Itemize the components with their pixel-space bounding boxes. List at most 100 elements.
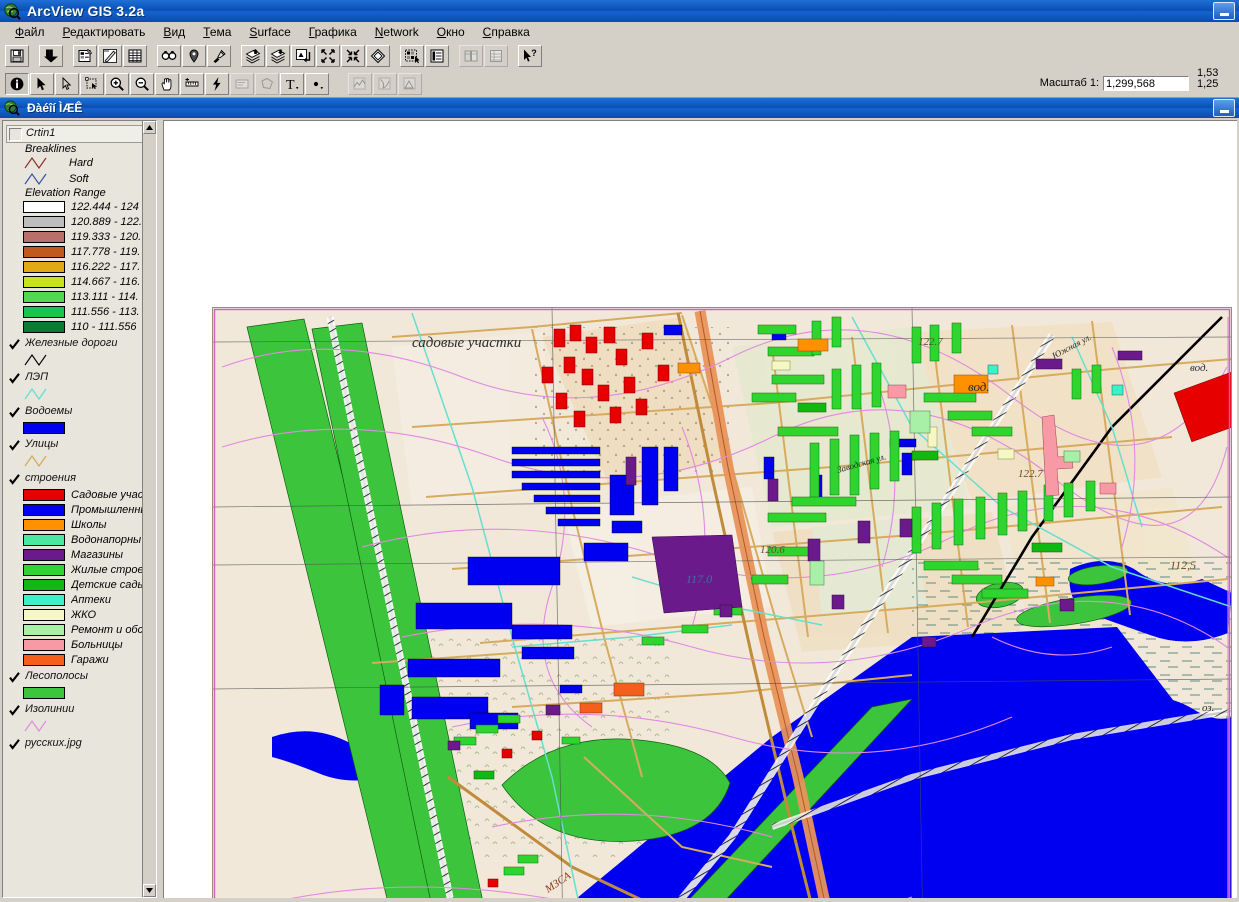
color-swatch bbox=[23, 638, 65, 651]
summarize-icon[interactable] bbox=[484, 45, 508, 67]
menu-item-window[interactable]: Окно bbox=[428, 23, 474, 41]
legend-class-elevation-1: 120.889 - 122. bbox=[23, 214, 144, 229]
color-swatch bbox=[23, 653, 65, 666]
zoom-in-tool-icon[interactable] bbox=[105, 72, 129, 95]
layer-label-buildings: строения bbox=[25, 472, 76, 484]
menu-item-theme[interactable]: Тема bbox=[194, 23, 240, 41]
steepest-path-tool-icon[interactable] bbox=[373, 72, 397, 95]
legend-symbol-waterbodies bbox=[23, 420, 144, 435]
find-icon[interactable] bbox=[157, 45, 181, 67]
application-title: ArcView GIS 3.2a bbox=[27, 3, 145, 19]
layer-checkbox-forestbelts[interactable] bbox=[8, 671, 21, 684]
legend-class-label: 122.444 - 124 bbox=[71, 200, 139, 213]
zoom-to-selected-icon[interactable] bbox=[291, 45, 315, 67]
legend-class-label: 119.333 - 120. bbox=[71, 230, 142, 243]
scroll-down-arrow-icon[interactable] bbox=[143, 884, 156, 897]
open-table-icon[interactable] bbox=[123, 45, 147, 67]
zoom-in-fixed-icon[interactable] bbox=[316, 45, 340, 67]
add-theme-icon[interactable] bbox=[39, 45, 63, 67]
color-swatch bbox=[23, 563, 65, 576]
legend-class-label: ЖКО bbox=[71, 608, 97, 621]
draw-point-tool-icon[interactable] bbox=[305, 72, 329, 95]
theme-properties-icon[interactable] bbox=[73, 45, 97, 67]
legend-layer-railways[interactable]: Железные дороги bbox=[6, 336, 144, 368]
color-swatch bbox=[23, 290, 65, 303]
legend-layer-powerlines[interactable]: ЛЭП bbox=[6, 370, 144, 402]
legend-layer-waterbodies[interactable]: Водоемы bbox=[6, 404, 144, 435]
vertex-edit-tool-icon[interactable] bbox=[55, 72, 79, 95]
legend-layer-forestbelts[interactable]: Лесополосы bbox=[6, 669, 144, 700]
menu-item-graphics[interactable]: Графика bbox=[300, 23, 366, 41]
legend-class-label: Аптеки bbox=[71, 593, 111, 606]
profile-tool-icon[interactable] bbox=[348, 72, 372, 95]
legend-class-label: Soft bbox=[69, 173, 89, 185]
measure-tool-icon[interactable] bbox=[180, 72, 204, 95]
zoom-out-fixed-icon[interactable] bbox=[341, 45, 365, 67]
label-tool-icon[interactable] bbox=[230, 72, 254, 95]
layer-checkbox-crtin1[interactable] bbox=[9, 128, 22, 141]
view-minimize-button[interactable] bbox=[1213, 99, 1235, 117]
color-swatch bbox=[23, 215, 65, 228]
layer-checkbox-powerlines[interactable] bbox=[8, 372, 21, 385]
color-swatch bbox=[23, 686, 65, 699]
pointer-tool-icon[interactable] bbox=[30, 72, 54, 95]
draw-polygon-tool-icon[interactable] bbox=[255, 72, 279, 95]
help-pointer-icon[interactable]: ? bbox=[518, 45, 542, 67]
pan-tool-icon[interactable] bbox=[155, 72, 179, 95]
legend-class-elevation-7: 111.556 - 113. bbox=[23, 304, 144, 319]
legend-class-building-3: Водонапорны bbox=[23, 532, 144, 547]
zoom-out-tool-icon[interactable] bbox=[130, 72, 154, 95]
menu-item-edit[interactable]: Редактировать bbox=[54, 23, 155, 41]
menu-item-help[interactable]: Справка bbox=[474, 23, 539, 41]
line-of-sight-tool-icon[interactable] bbox=[398, 72, 422, 95]
legend-layer-contours[interactable]: Изолинии bbox=[6, 702, 144, 734]
legend-class-label: Садовые учас bbox=[71, 488, 144, 501]
layer-checkbox-contours[interactable] bbox=[8, 704, 21, 717]
legend-scrollbar[interactable] bbox=[142, 121, 156, 897]
zoom-to-full-extent-icon[interactable] bbox=[241, 45, 265, 67]
layer-checkbox-railways[interactable] bbox=[8, 338, 21, 351]
map-label: 122.7 bbox=[918, 336, 943, 348]
select-box-tool-icon[interactable] bbox=[80, 72, 104, 95]
svg-text:T: T bbox=[286, 78, 295, 92]
legend-class-breakline-hard: Hard bbox=[23, 155, 144, 171]
minimize-button[interactable] bbox=[1213, 2, 1235, 20]
scale-label: Масштаб 1: bbox=[1039, 77, 1099, 89]
zoom-previous-icon[interactable] bbox=[366, 45, 390, 67]
legend-layer-raster-image[interactable]: русских.jpg bbox=[6, 736, 144, 752]
legend-class-label: 114.667 - 116. bbox=[71, 275, 141, 288]
identify-tool-icon[interactable] bbox=[5, 72, 29, 95]
table-join-icon[interactable] bbox=[459, 45, 483, 67]
locate-address-icon[interactable] bbox=[182, 45, 206, 67]
select-features-icon[interactable] bbox=[400, 45, 424, 67]
zoom-to-active-theme-icon[interactable] bbox=[266, 45, 290, 67]
legend-class-building-5: Жилые строе bbox=[23, 562, 144, 577]
scale-input[interactable]: 1,299,568 bbox=[1103, 75, 1189, 91]
application-title-bar: ArcView GIS 3.2a bbox=[0, 0, 1239, 22]
save-project-icon[interactable] bbox=[5, 45, 29, 67]
menu-item-file[interactable]: Файл bbox=[6, 23, 54, 41]
menu-item-network[interactable]: Network bbox=[366, 23, 428, 41]
map-canvas[interactable]: садовые участки вод. 122.7 122.7 120.6 1… bbox=[163, 120, 1237, 898]
hot-link-tool-icon[interactable] bbox=[205, 72, 229, 95]
text-tool-icon[interactable]: T bbox=[280, 72, 304, 95]
color-swatch bbox=[23, 503, 65, 516]
clear-selection-icon[interactable] bbox=[425, 45, 449, 67]
legend-layer-streets[interactable]: Улицы bbox=[6, 437, 144, 469]
zigzag-line-icon bbox=[24, 172, 47, 186]
layer-checkbox-raster-image[interactable] bbox=[8, 738, 21, 751]
scroll-up-arrow-icon[interactable] bbox=[143, 121, 156, 134]
legend-layer-crtin1[interactable]: Crtin1 Breaklines Hard Soft Elevation Ra… bbox=[6, 125, 144, 334]
layer-checkbox-streets[interactable] bbox=[8, 439, 21, 452]
cursor-coordinates: 1,53 1,25 bbox=[1197, 68, 1237, 90]
menu-item-view[interactable]: Вид bbox=[154, 23, 194, 41]
layer-checkbox-waterbodies[interactable] bbox=[8, 406, 21, 419]
legend-class-label: 113.111 - 114. bbox=[71, 290, 139, 303]
query-builder-icon[interactable] bbox=[207, 45, 231, 67]
legend-class-label: Гаражи bbox=[71, 653, 109, 666]
legend-layer-buildings[interactable]: строения Садовые учас Промышленны Школы Вод… bbox=[6, 471, 144, 667]
edit-legend-icon[interactable] bbox=[98, 45, 122, 67]
layer-checkbox-buildings[interactable] bbox=[8, 473, 21, 486]
legend-class-label: Промышленны bbox=[71, 503, 144, 516]
menu-item-surface[interactable]: Surface bbox=[240, 23, 299, 41]
